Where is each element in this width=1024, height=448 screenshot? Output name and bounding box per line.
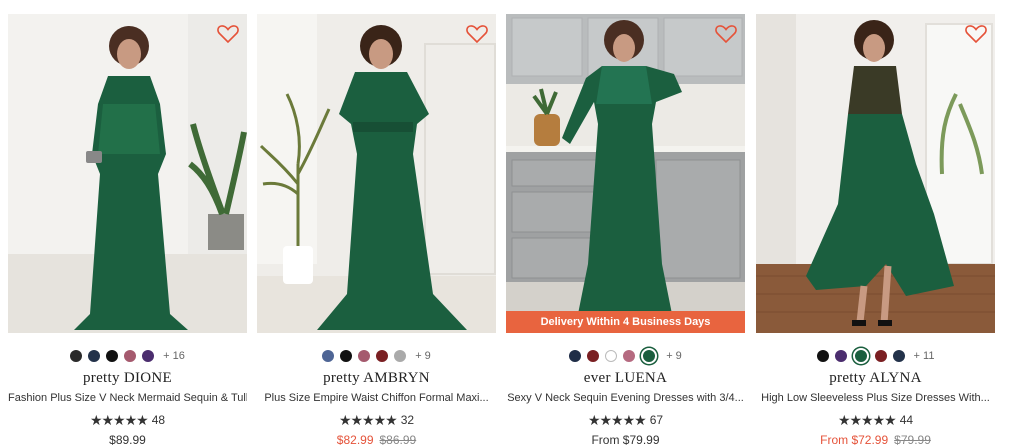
price-current: $89.99 bbox=[109, 433, 146, 447]
color-swatch[interactable] bbox=[892, 350, 905, 362]
wishlist-heart-icon[interactable] bbox=[965, 24, 987, 44]
wishlist-heart-icon[interactable] bbox=[217, 24, 239, 44]
color-swatch[interactable] bbox=[605, 350, 618, 362]
product-title[interactable]: Plus Size Empire Waist Chiffon Formal Ma… bbox=[257, 391, 496, 405]
color-swatch[interactable] bbox=[816, 350, 829, 362]
color-swatches: + 11 bbox=[756, 348, 995, 364]
product-brand: ever LUENA bbox=[583, 370, 668, 386]
product-image[interactable]: Delivery Within 4 Business Days bbox=[506, 14, 745, 333]
color-swatch-selected[interactable] bbox=[852, 348, 869, 364]
more-colors-count[interactable]: + 16 bbox=[163, 350, 185, 362]
product-card[interactable]: Delivery Within 4 Business Days + 9 ever… bbox=[506, 14, 745, 448]
color-swatches: + 9 bbox=[257, 348, 496, 364]
product-brand: pretty ALYNA bbox=[829, 370, 922, 386]
color-swatch-selected[interactable] bbox=[641, 348, 658, 364]
color-swatch[interactable] bbox=[394, 350, 407, 362]
color-swatch[interactable] bbox=[623, 350, 636, 362]
color-swatch[interactable] bbox=[340, 350, 353, 362]
color-swatches: + 9 bbox=[506, 348, 745, 364]
delivery-banner: Delivery Within 4 Business Days bbox=[506, 311, 745, 333]
product-image[interactable] bbox=[756, 14, 995, 333]
color-swatch[interactable] bbox=[874, 350, 887, 362]
price-current: From $79.99 bbox=[591, 433, 660, 447]
rating-stars-icon: ★★★★★ bbox=[338, 412, 398, 428]
price-original: $79.99 bbox=[894, 433, 931, 447]
more-colors-count[interactable]: + 9 bbox=[415, 350, 431, 362]
rating-count: 32 bbox=[400, 413, 415, 427]
product-card[interactable]: + 9 pretty AMBRYN Plus Size Empire Waist… bbox=[257, 14, 496, 448]
color-swatch[interactable] bbox=[106, 350, 119, 362]
price-sale: From $72.99 bbox=[820, 433, 889, 447]
product-rating: ★★★★★ 67 bbox=[506, 412, 745, 428]
product-title[interactable]: High Low Sleeveless Plus Size Dresses Wi… bbox=[756, 391, 995, 405]
color-swatch[interactable] bbox=[569, 350, 582, 362]
product-rating: ★★★★★ 48 bbox=[8, 412, 247, 428]
rating-count: 48 bbox=[151, 413, 166, 427]
color-swatch[interactable] bbox=[358, 350, 371, 362]
wishlist-heart-icon[interactable] bbox=[715, 24, 737, 44]
color-swatch[interactable] bbox=[124, 350, 137, 362]
product-card[interactable]: + 16 pretty DIONE Fashion Plus Size V Ne… bbox=[8, 14, 247, 448]
price-original: $86.99 bbox=[379, 433, 417, 447]
product-price: $89.99 bbox=[8, 433, 247, 448]
product-price: $82.99 $86.99 bbox=[257, 433, 496, 448]
rating-stars-icon: ★★★★★ bbox=[89, 412, 149, 428]
more-colors-count[interactable]: + 9 bbox=[666, 350, 682, 362]
product-brand: pretty DIONE bbox=[83, 370, 172, 386]
wishlist-heart-icon[interactable] bbox=[466, 24, 488, 44]
product-rating: ★★★★★ 32 bbox=[257, 412, 496, 428]
product-price: From $72.99 $79.99 bbox=[756, 433, 995, 448]
color-swatches: + 16 bbox=[8, 348, 247, 364]
product-rating: ★★★★★ 44 bbox=[756, 412, 995, 428]
rating-stars-icon: ★★★★★ bbox=[587, 412, 647, 428]
product-card[interactable]: + 11 pretty ALYNA High Low Sleeveless Pl… bbox=[756, 14, 995, 448]
product-brand: pretty AMBRYN bbox=[323, 370, 430, 386]
color-swatch[interactable] bbox=[322, 350, 335, 362]
product-image[interactable] bbox=[257, 14, 496, 333]
product-grid: + 16 pretty DIONE Fashion Plus Size V Ne… bbox=[0, 0, 1024, 447]
product-title[interactable]: Fashion Plus Size V Neck Mermaid Sequin … bbox=[8, 391, 247, 405]
color-swatch[interactable] bbox=[587, 350, 600, 362]
product-price: From $79.99 bbox=[506, 433, 745, 448]
color-swatch[interactable] bbox=[88, 350, 101, 362]
more-colors-count[interactable]: + 11 bbox=[914, 350, 935, 362]
color-swatch[interactable] bbox=[142, 350, 155, 362]
product-image[interactable] bbox=[8, 14, 247, 333]
price-sale: $82.99 bbox=[336, 433, 374, 447]
rating-count: 67 bbox=[649, 413, 664, 427]
color-swatch[interactable] bbox=[376, 350, 389, 362]
color-swatch[interactable] bbox=[70, 350, 83, 362]
rating-count: 44 bbox=[899, 413, 914, 427]
rating-stars-icon: ★★★★★ bbox=[837, 412, 897, 428]
color-swatch[interactable] bbox=[834, 350, 847, 362]
product-title[interactable]: Sexy V Neck Sequin Evening Dresses with … bbox=[506, 391, 745, 405]
